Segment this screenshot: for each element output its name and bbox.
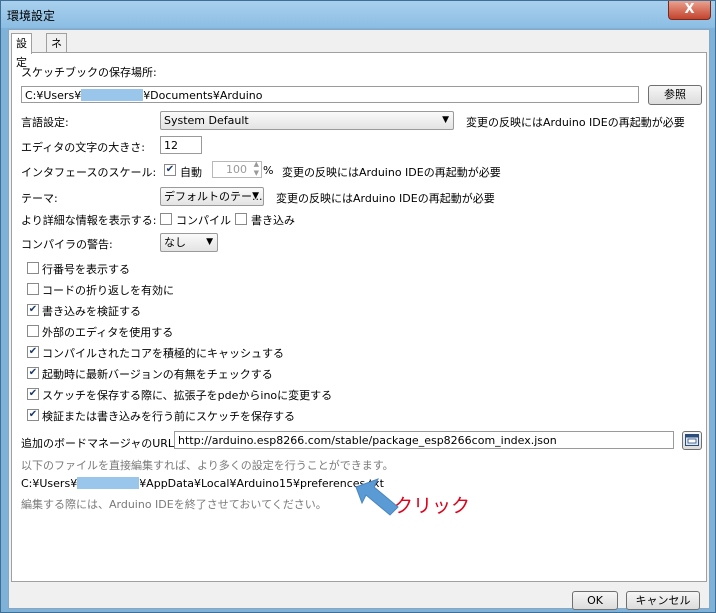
settings-panel: スケッチブックの保存場所: C:¥Users¥ ¥Documents¥Arduin… [11, 52, 707, 582]
dialog-footer: OK キャンセル [9, 582, 709, 610]
title-bar[interactable]: 環境設定 X [1, 1, 715, 28]
preferences-path-suffix: ¥AppData¥Local¥Arduino15¥preferences.txt [139, 477, 384, 490]
verbose-upload-label: 書き込み [251, 214, 295, 227]
preferences-path-prefix: C:¥Users¥ [21, 477, 78, 490]
option-cache-core-label: コンパイルされたコアを積極的にキャッシュする [42, 347, 284, 360]
sketchbook-path-field[interactable]: C:¥Users¥ ¥Documents¥Arduino [21, 86, 639, 103]
option-line-numbers-checkbox[interactable] [27, 262, 39, 274]
ok-button[interactable]: OK [572, 591, 618, 610]
option-code-folding-checkbox[interactable] [27, 283, 39, 295]
option-rename-extension-checkbox[interactable]: ✔ [27, 388, 39, 400]
option-check-updates-checkbox[interactable]: ✔ [27, 367, 39, 379]
preferences-edit-note: 編集する際には、Arduino IDEを終了させておいてください。 [21, 498, 327, 511]
font-size-field[interactable]: 12 [160, 136, 202, 154]
sketchbook-path-prefix: C:¥Users¥ [25, 89, 82, 102]
theme-restart-note: 変更の反映にはArduino IDEの再起動が必要 [276, 192, 495, 205]
warnings-value: なし [164, 236, 186, 249]
window-icon [685, 434, 699, 446]
preferences-file-path[interactable]: C:¥Users¥ ¥AppData¥Local¥Arduino15¥prefer… [21, 477, 384, 490]
tab-settings[interactable]: 設定 [11, 33, 32, 69]
option-cache-core-checkbox[interactable]: ✔ [27, 346, 39, 358]
scale-value-field[interactable]: 100 ▲ ▼ [212, 160, 262, 178]
scale-value: 100 [226, 163, 247, 176]
language-restart-note: 変更の反映にはArduino IDEの再起動が必要 [466, 116, 685, 129]
language-select[interactable]: System Default ▼ [160, 111, 454, 130]
url-list-button[interactable] [682, 431, 702, 450]
option-save-before-verify-label: 検証または書き込みを行う前にスケッチを保存する [42, 410, 295, 423]
option-verify-upload-checkbox[interactable]: ✔ [27, 304, 39, 316]
chevron-down-icon: ▼ [206, 237, 213, 247]
close-button[interactable]: X [668, 1, 711, 20]
option-line-numbers-label: 行番号を表示する [42, 263, 130, 276]
sketchbook-path-suffix: ¥Documents¥Arduino [143, 89, 263, 102]
option-check-updates-label: 起動時に最新バージョンの有無をチェックする [42, 368, 273, 381]
language-label: 言語設定: [21, 116, 69, 129]
verbose-label: より詳細な情報を表示する: [21, 214, 157, 227]
theme-value: デフォルトのテー... [164, 190, 263, 203]
option-rename-extension-label: スケッチを保存する際に、拡張子をpdeからinoに変更する [42, 389, 333, 402]
dialog-body: 設定 ネットワーク スケッチブックの保存場所: C:¥Users¥ ¥Docume… [8, 29, 710, 610]
verbose-compile-label: コンパイル [176, 214, 231, 227]
window-title: 環境設定 [7, 9, 56, 23]
option-external-editor-checkbox[interactable] [27, 325, 39, 337]
scale-auto-label: 自動 [180, 166, 202, 179]
tab-network[interactable]: ネットワーク [46, 33, 67, 145]
redacted-username [77, 477, 140, 489]
sketchbook-label: スケッチブックの保存場所: [21, 66, 157, 79]
board-manager-url-field[interactable]: http://arduino.esp8266.com/stable/packag… [174, 431, 674, 449]
theme-select[interactable]: デフォルトのテー... ▼ [160, 187, 264, 206]
spinner-arrows-icon[interactable]: ▲ ▼ [254, 160, 259, 178]
redacted-username [81, 89, 144, 101]
verbose-compile-checkbox[interactable] [160, 213, 172, 225]
option-code-folding-label: コードの折り返しを有効に [42, 284, 174, 297]
warnings-label: コンパイラの警告: [21, 238, 113, 251]
scale-restart-note: 変更の反映にはArduino IDEの再起動が必要 [282, 166, 501, 179]
board-manager-url-label: 追加のボードマネージャのURL: [21, 437, 178, 450]
theme-label: テーマ: [21, 192, 58, 205]
preferences-info-text: 以下のファイルを直接編集すれば、より多くの設定を行うことができます。 [21, 459, 394, 472]
chevron-down-icon: ▼ [252, 191, 259, 201]
preferences-window: 環境設定 X 設定 ネットワーク スケッチブックの保存場所: C:¥Users¥… [0, 0, 716, 613]
chevron-down-icon: ▼ [442, 115, 449, 125]
warnings-select[interactable]: なし ▼ [160, 233, 218, 252]
option-verify-upload-label: 書き込みを検証する [42, 305, 141, 318]
option-external-editor-label: 外部のエディタを使用する [42, 326, 174, 339]
cancel-button[interactable]: キャンセル [626, 591, 700, 610]
scale-label: インタフェースのスケール: [21, 166, 157, 179]
option-save-before-verify-checkbox[interactable]: ✔ [27, 409, 39, 421]
scale-auto-checkbox[interactable]: ✔ [164, 164, 176, 176]
font-size-label: エディタの文字の大きさ: [21, 141, 145, 154]
verbose-upload-checkbox[interactable] [235, 213, 247, 225]
language-value: System Default [164, 114, 249, 127]
scale-unit: % [263, 164, 274, 177]
browse-button[interactable]: 参照 [648, 85, 702, 105]
annotation-click-text: クリック [394, 495, 471, 517]
